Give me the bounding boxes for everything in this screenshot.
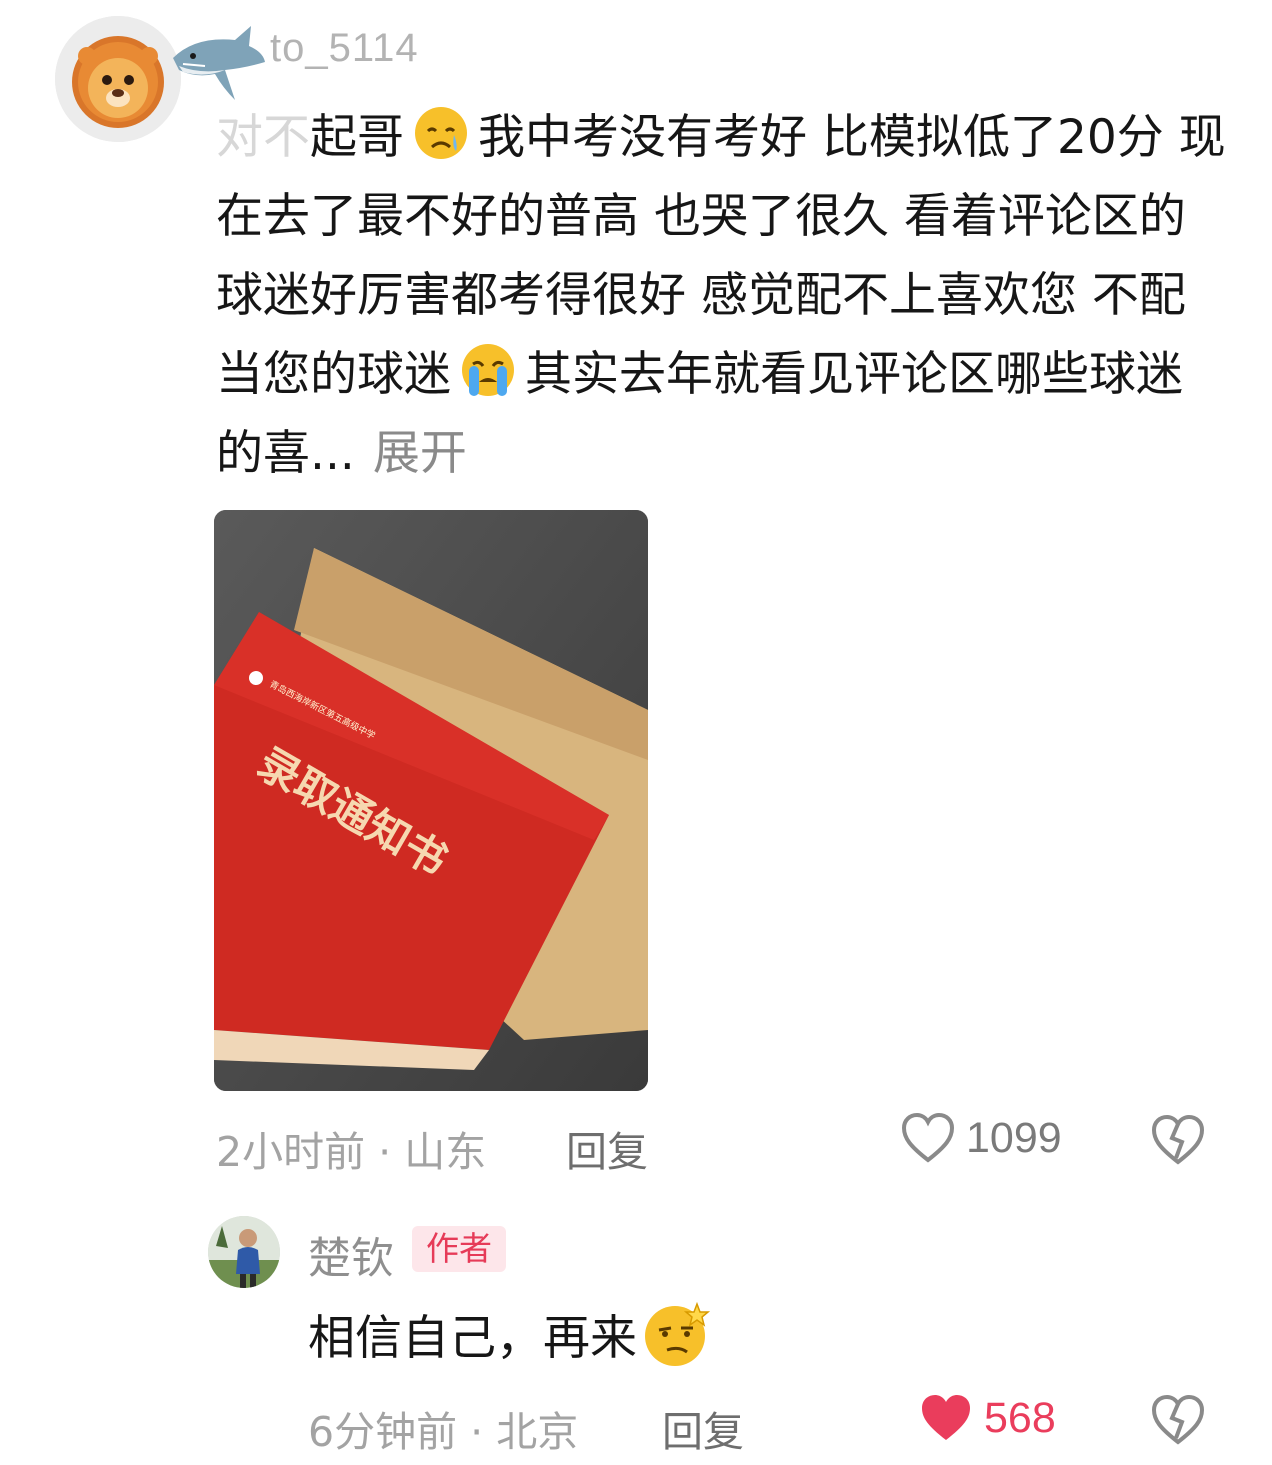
- broken-heart-icon: [1151, 1114, 1205, 1165]
- reply-reply-button[interactable]: 回复: [662, 1398, 744, 1458]
- reply-user-avatar[interactable]: [208, 1216, 280, 1288]
- comment-text-part-1: 起哥: [310, 110, 404, 165]
- reply-text: 相信自己，再来: [308, 1298, 713, 1374]
- reply-dislike-button[interactable]: [1150, 1394, 1206, 1450]
- reply-like-button[interactable]: 568: [918, 1392, 1056, 1444]
- reply-meta-separator: ·: [470, 1408, 484, 1456]
- loudly-crying-face-emoji-icon: [451, 338, 525, 398]
- broken-heart-icon: [1151, 1394, 1205, 1445]
- author-badge: 作者: [412, 1226, 506, 1272]
- reply-text-content: 相信自己，再来: [308, 1311, 637, 1366]
- heart-filled-icon: [922, 1395, 970, 1440]
- reply-time: 6分钟前: [308, 1408, 458, 1456]
- comment-username[interactable]: to_5114: [270, 26, 419, 71]
- comment-text-faded: 对不: [216, 110, 310, 165]
- comment-meta: 2小时前 · 山东: [216, 1118, 486, 1178]
- user-avatar[interactable]: [55, 16, 181, 142]
- heart-outline-icon: [901, 1112, 955, 1163]
- comment-location: 山东: [404, 1128, 487, 1176]
- comment-time: 2小时前: [216, 1128, 366, 1176]
- reply-username[interactable]: 楚钦: [308, 1224, 394, 1286]
- expand-button[interactable]: 展开: [373, 426, 467, 481]
- lion-avatar-icon: [55, 16, 181, 142]
- comment-like-button[interactable]: 1099: [900, 1112, 1062, 1164]
- reply-meta: 6分钟前 · 北京: [308, 1398, 578, 1458]
- comment-like-count: 1099: [966, 1113, 1062, 1162]
- admission-letter-photo: 青岛西海岸新区第五高级中学 录取通知书: [214, 510, 648, 1091]
- reply-like-count: 568: [984, 1393, 1056, 1442]
- reply-location: 北京: [496, 1408, 579, 1456]
- comment-text: 对不起哥 我中考没有考好 比模拟低了20分 现在去了最不好的普高 也哭了很久 看着…: [216, 98, 1226, 493]
- smirk-face-emoji-icon: [637, 1298, 713, 1368]
- crying-face-emoji-icon: [404, 101, 478, 161]
- comment-image[interactable]: 青岛西海岸新区第五高级中学 录取通知书: [214, 510, 648, 1091]
- meta-separator: ·: [378, 1128, 392, 1176]
- comment-reply-button[interactable]: 回复: [566, 1118, 648, 1178]
- person-avatar-icon: [208, 1216, 280, 1288]
- comment-dislike-button[interactable]: [1150, 1114, 1206, 1170]
